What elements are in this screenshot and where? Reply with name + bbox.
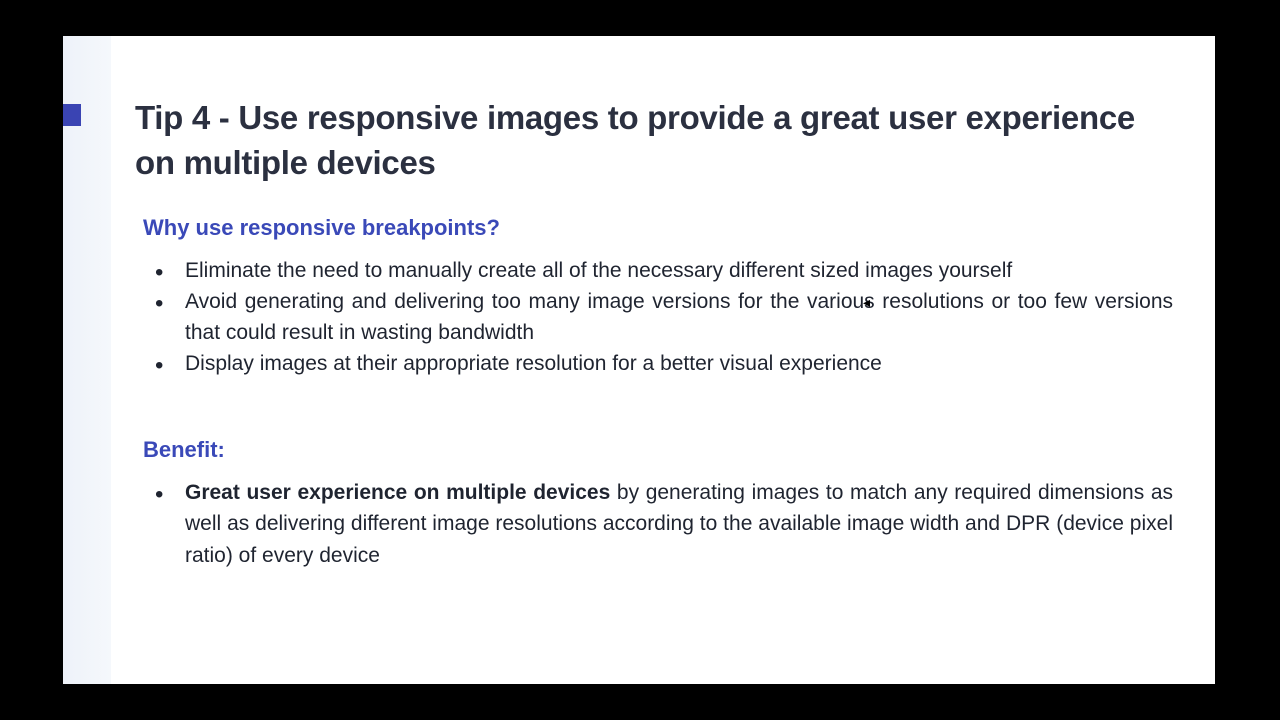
list-item: Great user experience on multiple device…: [155, 477, 1173, 570]
why-bullet-list: Eliminate the need to manually create al…: [135, 255, 1173, 379]
section-heading-why: Why use responsive breakpoints?: [135, 215, 1173, 241]
slide-title: Tip 4 - Use responsive images to provide…: [135, 96, 1173, 185]
benefit-strong-text: Great user experience on multiple device…: [185, 481, 610, 504]
list-item: Avoid generating and delivering too many…: [155, 286, 1173, 348]
list-item: Eliminate the need to manually create al…: [155, 255, 1173, 286]
slide-content: Tip 4 - Use responsive images to provide…: [111, 36, 1215, 684]
accent-block: [63, 104, 81, 126]
list-item: Display images at their appropriate reso…: [155, 348, 1173, 379]
benefit-bullet-list: Great user experience on multiple device…: [135, 477, 1173, 570]
slide-left-strip: [63, 36, 111, 684]
section-heading-benefit: Benefit:: [135, 437, 1173, 463]
slide: Tip 4 - Use responsive images to provide…: [63, 36, 1215, 684]
